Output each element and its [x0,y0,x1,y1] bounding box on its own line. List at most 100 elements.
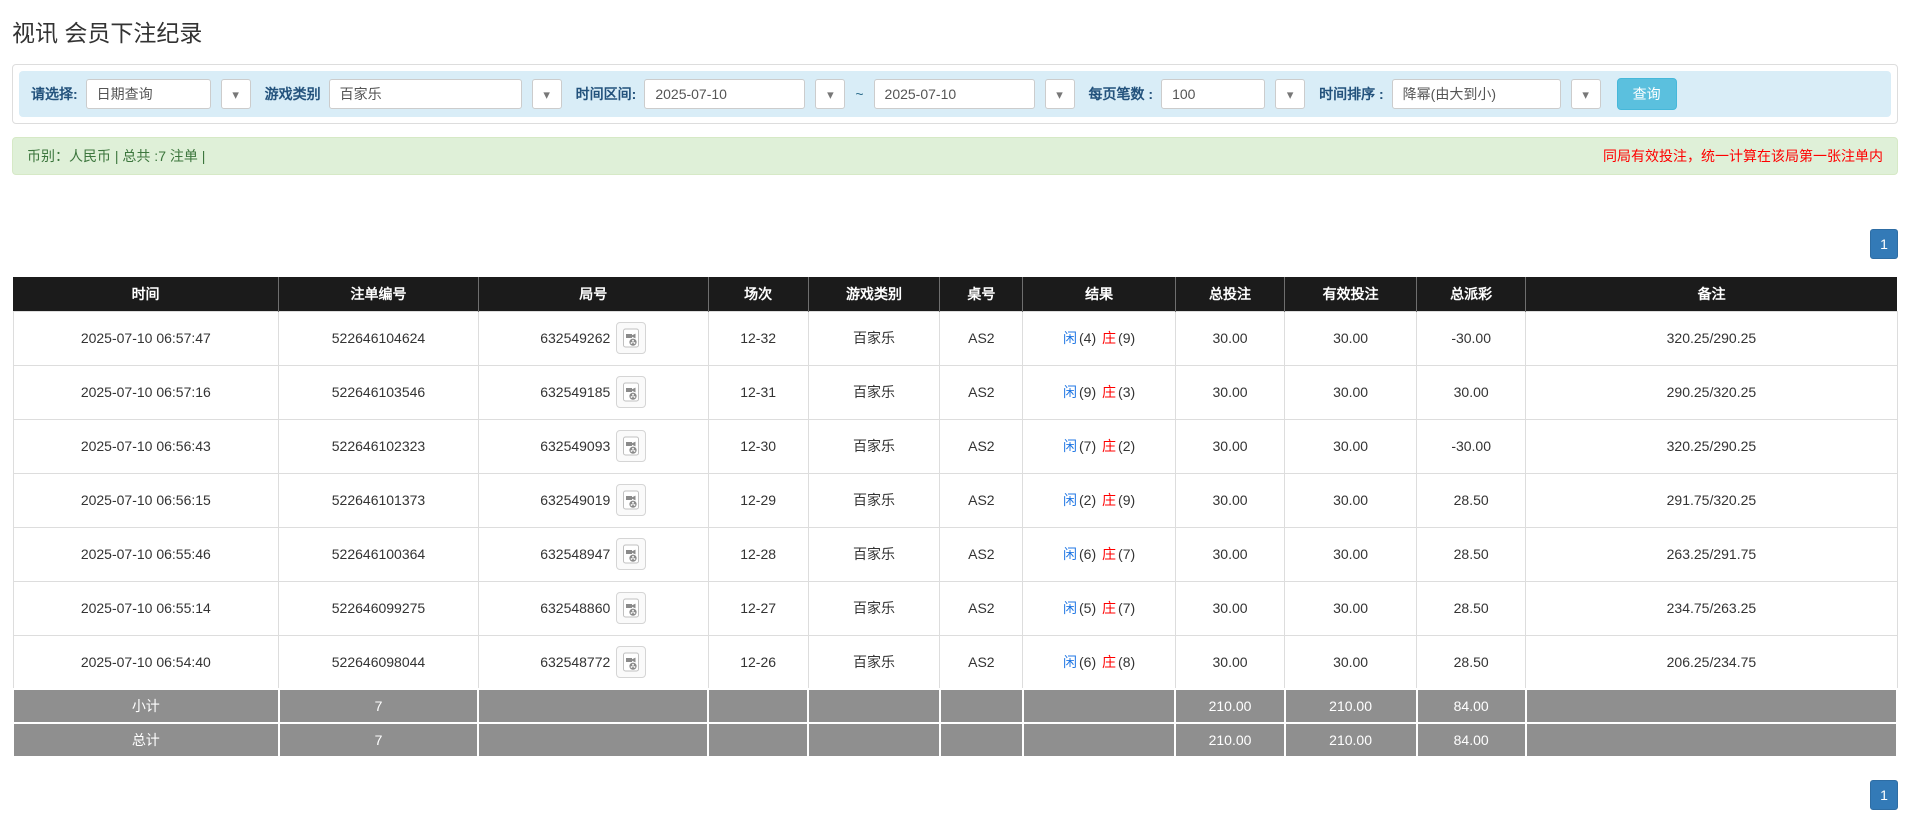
game-category-cell: 百家乐 [808,635,940,689]
subtotal-empty-cell [708,689,808,723]
page-size-label: 每页笔数 : [1089,84,1154,104]
total-bet-cell[interactable]: 30.00 [1175,635,1284,689]
table-number-cell: AS2 [940,311,1023,365]
session-cell: 12-30 [708,419,808,473]
video-icon [622,436,640,456]
result-player: 闲 [1062,600,1078,616]
table-row: 2025-07-10 06:56:15522646101373632549019… [13,473,1897,527]
column-header: 备注 [1526,277,1897,311]
summary-note-text: 同局有效投注，统一计算在该局第一张注单内 [1603,146,1883,166]
result-cell: 闲(9) 庄(3) [1023,365,1176,419]
date-from-dropdown[interactable]: 2025-07-10 [644,79,805,109]
total-bet-cell[interactable]: 30.00 [1175,365,1284,419]
round-number: 632549019 [540,492,610,508]
chevron-down-icon: ▾ [1056,88,1063,101]
video-replay-button[interactable] [616,538,646,570]
video-replay-button[interactable] [616,646,646,678]
total-valid-bet-cell: 210.00 [1285,723,1417,757]
game-category-dropdown[interactable]: 百家乐 [329,79,522,109]
date-to-caret-button[interactable]: ▾ [1045,79,1075,109]
payout-cell: -30.00 [1417,419,1526,473]
video-replay-button[interactable] [616,592,646,624]
total-row: 总计7210.00210.0084.00 [13,723,1897,757]
subtotal-total-bet-cell: 210.00 [1175,689,1284,723]
total-bet-cell[interactable]: 30.00 [1175,581,1284,635]
round-number: 632549185 [540,384,610,400]
total-bet-cell[interactable]: 30.00 [1175,527,1284,581]
game-category-caret-button[interactable]: ▾ [532,79,562,109]
result-player: 闲 [1062,330,1078,346]
select-type-caret-button[interactable]: ▾ [221,79,251,109]
subtotal-row: 小计7210.00210.0084.00 [13,689,1897,723]
video-icon [622,598,640,618]
date-from-caret-button[interactable]: ▾ [815,79,845,109]
page-1-button-top[interactable]: 1 [1870,229,1898,259]
valid-bet-cell: 30.00 [1285,581,1417,635]
video-icon [622,382,640,402]
game-category-cell: 百家乐 [808,581,940,635]
result-player: 闲 [1062,384,1078,400]
total-empty-cell [940,723,1023,757]
time-cell: 2025-07-10 06:57:16 [13,365,279,419]
time-cell: 2025-07-10 06:54:40 [13,635,279,689]
total-empty-cell [1526,723,1897,757]
pagination-top: 1 [12,229,1898,259]
time-sort-dropdown[interactable]: 降幂(由大到小) [1392,79,1561,109]
round-number: 632549093 [540,438,610,454]
page-1-button-bottom[interactable]: 1 [1870,780,1898,810]
result-banker-points: (9) [1117,492,1136,508]
bet-id-cell: 522646101373 [279,473,479,527]
subtotal-empty-cell [1526,689,1897,723]
table-number-cell: AS2 [940,635,1023,689]
payout-cell: 28.50 [1417,581,1526,635]
session-cell: 12-27 [708,581,808,635]
result-banker: 庄 [1101,330,1117,346]
table-row: 2025-07-10 06:55:14522646099275632548860… [13,581,1897,635]
time-sort-caret-button[interactable]: ▾ [1571,79,1601,109]
bet-id-cell: 522646100364 [279,527,479,581]
total-label-cell: 总计 [13,723,279,757]
bet-id-cell: 522646102323 [279,419,479,473]
betting-records-page: 视讯 会员下注纪录 请选择: 日期查询 ▾ 游戏类别 百家乐 ▾ 时间区间: 2… [0,0,1910,810]
table-number-cell: AS2 [940,473,1023,527]
subtotal-payout-cell: 84.00 [1417,689,1526,723]
video-icon [622,544,640,564]
subtotal-label-cell: 小计 [13,689,279,723]
video-replay-button[interactable] [616,484,646,516]
session-cell: 12-26 [708,635,808,689]
date-to-dropdown[interactable]: 2025-07-10 [874,79,1035,109]
total-bet-cell[interactable]: 30.00 [1175,311,1284,365]
round-number: 632549262 [540,330,610,346]
total-bet-cell[interactable]: 30.00 [1175,473,1284,527]
total-bet-cell[interactable]: 30.00 [1175,419,1284,473]
result-cell: 闲(4) 庄(9) [1023,311,1176,365]
page-size-dropdown[interactable]: 100 [1161,79,1265,109]
page-size-caret-button[interactable]: ▾ [1275,79,1305,109]
result-banker: 庄 [1101,438,1117,454]
total-count-cell: 7 [279,723,479,757]
valid-bet-cell: 30.00 [1285,635,1417,689]
table-number-cell: AS2 [940,527,1023,581]
game-category-label: 游戏类别 [265,84,321,104]
date-range-tilde: ~ [855,86,863,102]
video-replay-button[interactable] [616,430,646,462]
game-category-cell: 百家乐 [808,365,940,419]
video-replay-button[interactable] [616,376,646,408]
total-empty-cell [478,723,708,757]
result-player: 闲 [1062,438,1078,454]
select-type-dropdown[interactable]: 日期查询 [86,79,211,109]
search-button[interactable]: 查询 [1617,78,1677,110]
time-cell: 2025-07-10 06:56:43 [13,419,279,473]
session-cell: 12-31 [708,365,808,419]
remark-cell: 290.25/320.25 [1526,365,1897,419]
bet-id-cell: 522646103546 [279,365,479,419]
total-payout-cell: 84.00 [1417,723,1526,757]
round-number: 632548772 [540,654,610,670]
table-header-row: 时间注单编号局号场次游戏类别桌号结果总投注有效投注总派彩备注 [13,277,1897,311]
result-player-points: (4) [1078,330,1097,346]
table-row: 2025-07-10 06:57:16522646103546 632549185… [13,365,1897,419]
video-replay-button[interactable] [616,322,646,354]
chevron-down-icon: ▾ [543,88,550,101]
game-category-cell: 百家乐 [808,473,940,527]
result-player-points: (6) [1078,546,1097,562]
